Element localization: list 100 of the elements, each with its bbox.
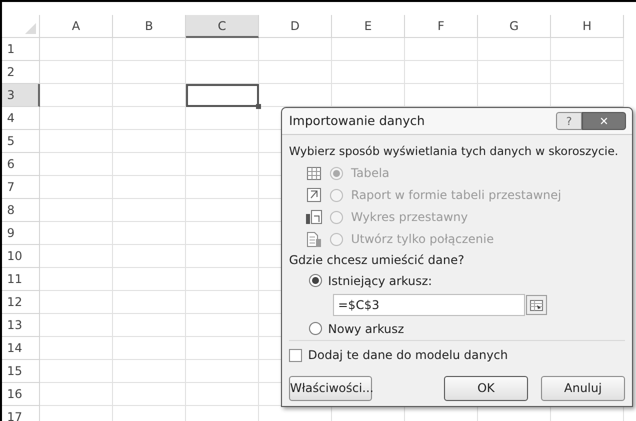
grid-cell[interactable]: [113, 383, 186, 406]
grid-cell[interactable]: [40, 84, 113, 107]
grid-cell[interactable]: [40, 130, 113, 153]
grid-cell[interactable]: [186, 199, 259, 222]
row-header[interactable]: 11: [2, 268, 40, 291]
column-header[interactable]: D: [259, 15, 332, 38]
grid-cell[interactable]: [40, 38, 113, 61]
grid-cell[interactable]: [478, 61, 551, 84]
grid-cell[interactable]: [40, 222, 113, 245]
range-input-field[interactable]: =$C$3: [333, 294, 525, 316]
grid-cell[interactable]: [186, 38, 259, 61]
grid-cell[interactable]: [186, 130, 259, 153]
grid-cell[interactable]: [405, 38, 478, 61]
grid-cell[interactable]: [40, 268, 113, 291]
select-all-icon[interactable]: [25, 23, 36, 34]
grid-cell[interactable]: [186, 360, 259, 383]
grid-cell[interactable]: [405, 61, 478, 84]
column-header[interactable]: G: [478, 15, 551, 38]
grid-cell[interactable]: [551, 61, 624, 84]
row-header[interactable]: 2: [2, 61, 40, 84]
grid-cell[interactable]: [186, 337, 259, 360]
grid-cell[interactable]: [113, 84, 186, 107]
grid-cell[interactable]: [113, 245, 186, 268]
row-header[interactable]: 8: [2, 199, 40, 222]
row-header[interactable]: 15: [2, 360, 40, 383]
grid-cell[interactable]: [40, 314, 113, 337]
properties-button[interactable]: Właściwości...: [289, 376, 372, 400]
column-header[interactable]: A: [40, 15, 113, 38]
grid-cell[interactable]: [113, 199, 186, 222]
row-header[interactable]: 3: [2, 84, 40, 107]
grid-cell[interactable]: [40, 176, 113, 199]
grid-cell[interactable]: [186, 245, 259, 268]
grid-cell[interactable]: [113, 38, 186, 61]
grid-cell[interactable]: [332, 38, 405, 61]
grid-cell[interactable]: [113, 222, 186, 245]
option-label: Wykres przestawny: [351, 209, 468, 226]
grid-cell[interactable]: [113, 291, 186, 314]
grid-cell[interactable]: [186, 61, 259, 84]
column-header[interactable]: E: [332, 15, 405, 38]
column-header[interactable]: F: [405, 15, 478, 38]
cancel-button[interactable]: Anuluj: [541, 376, 625, 400]
row-header[interactable]: 4: [2, 107, 40, 130]
grid-cell[interactable]: [259, 38, 332, 61]
grid-cell[interactable]: [551, 38, 624, 61]
grid-cell[interactable]: [113, 153, 186, 176]
grid-cell[interactable]: [186, 222, 259, 245]
grid-cell[interactable]: [186, 291, 259, 314]
grid-cell[interactable]: [113, 130, 186, 153]
row-header[interactable]: 16: [2, 383, 40, 406]
grid-cell[interactable]: [113, 61, 186, 84]
grid-cell[interactable]: [40, 107, 113, 130]
fill-handle[interactable]: [256, 104, 261, 109]
help-button[interactable]: ?: [556, 112, 582, 130]
row-header[interactable]: 14: [2, 337, 40, 360]
grid-cell[interactable]: [478, 38, 551, 61]
column-header[interactable]: C: [186, 15, 259, 38]
grid-cell[interactable]: [186, 153, 259, 176]
close-button[interactable]: ✕: [582, 112, 626, 130]
grid-cell[interactable]: [332, 61, 405, 84]
grid-cell[interactable]: [40, 199, 113, 222]
grid-cell[interactable]: [40, 153, 113, 176]
option-label: Istniejący arkusz:: [328, 272, 432, 290]
active-cell[interactable]: [186, 84, 259, 107]
grid-cell[interactable]: [113, 314, 186, 337]
grid-cell[interactable]: [40, 360, 113, 383]
grid-cell[interactable]: [40, 245, 113, 268]
grid-cell[interactable]: [186, 314, 259, 337]
grid-cell[interactable]: [186, 268, 259, 291]
grid-cell[interactable]: [40, 383, 113, 406]
prompt-text: Gdzie chcesz umieścić dane?: [289, 252, 466, 269]
row-header[interactable]: 13: [2, 314, 40, 337]
grid-cell[interactable]: [113, 107, 186, 130]
column-header[interactable]: H: [551, 15, 624, 38]
grid-cell[interactable]: [40, 337, 113, 360]
ok-button[interactable]: OK: [444, 376, 528, 400]
grid-cell[interactable]: [113, 360, 186, 383]
checkbox[interactable]: [289, 348, 302, 362]
range-picker-button[interactable]: [526, 295, 547, 315]
grid-cell[interactable]: [259, 61, 332, 84]
row-header[interactable]: 1: [2, 38, 40, 61]
grid-cell[interactable]: [186, 176, 259, 199]
grid-cell[interactable]: [40, 291, 113, 314]
grid-cell[interactable]: [40, 61, 113, 84]
radio-button[interactable]: [309, 274, 322, 287]
radio-button[interactable]: [309, 322, 322, 335]
grid-cell[interactable]: [186, 383, 259, 406]
row-header[interactable]: 9: [2, 222, 40, 245]
range-select-icon: [530, 300, 543, 310]
grid-cell[interactable]: [186, 107, 259, 130]
checkbox-label: Dodaj te dane do modelu danych: [308, 347, 508, 364]
row-header[interactable]: 7: [2, 176, 40, 199]
grid-cell[interactable]: [113, 176, 186, 199]
grid-cell[interactable]: [113, 268, 186, 291]
row-header[interactable]: 5: [2, 130, 40, 153]
row-header[interactable]: 10: [2, 245, 40, 268]
column-header[interactable]: B: [113, 15, 186, 38]
grid-cell[interactable]: [113, 337, 186, 360]
dialog-title: Importowanie danych: [289, 112, 425, 130]
row-header[interactable]: 12: [2, 291, 40, 314]
row-header[interactable]: 6: [2, 153, 40, 176]
